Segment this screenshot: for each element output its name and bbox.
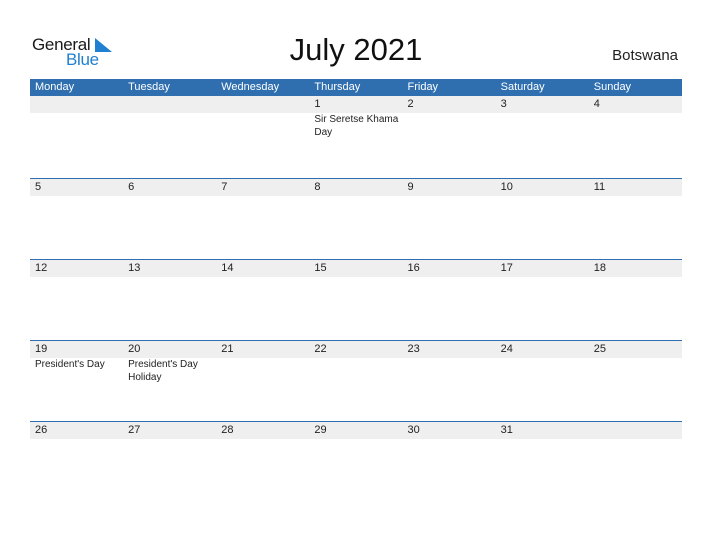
day-number: 12 [35, 262, 48, 274]
weekday-wednesday: Wednesday [221, 81, 280, 93]
day-cell: 7 [216, 179, 309, 196]
day-number [35, 96, 123, 113]
day-cell: 3 [496, 96, 589, 139]
day-cell [589, 422, 682, 439]
day-cell [123, 96, 216, 139]
day-number: 17 [500, 262, 513, 274]
day-number: 31 [500, 424, 513, 436]
holiday-label: President's Day [35, 359, 105, 370]
weekday-saturday: Saturday [500, 81, 545, 93]
weekday-header: Monday Tuesday Wednesday Thursday Friday Satu… [30, 79, 682, 96]
weekday-thursday: Thursday [314, 81, 361, 93]
day-cell: 19 President's Day [30, 341, 123, 384]
day-cell: 14 [216, 260, 309, 277]
day-cell: 1 Sir Seretse Khama Day [309, 96, 402, 139]
holiday-label: President's Day Holiday [128, 359, 198, 383]
day-number: 6 [128, 181, 135, 193]
day-number: 28 [221, 424, 234, 436]
day-number: 10 [500, 181, 513, 193]
day-number [221, 96, 309, 113]
day-cell: 24 [496, 341, 589, 384]
weekday-friday: Friday [407, 81, 439, 93]
day-number: 25 [593, 343, 606, 355]
day-cell: 15 [309, 260, 402, 277]
day-number: 27 [128, 424, 141, 436]
day-number: 29 [314, 424, 327, 436]
country-label: Botswana [612, 47, 678, 64]
day-number: 21 [221, 343, 234, 355]
day-cell: 20 President's Day Holiday [123, 341, 216, 384]
day-cell: 18 [589, 260, 682, 277]
calendar-grid: Monday Tuesday Wednesday Thursday Friday Satu… [30, 79, 682, 502]
day-number: 13 [128, 262, 141, 274]
day-cell: 27 [123, 422, 216, 439]
day-cell: 4 [589, 96, 682, 139]
day-cell: 21 [216, 341, 309, 384]
day-cell [30, 96, 123, 139]
day-number [594, 422, 682, 439]
day-number: 14 [221, 262, 234, 274]
week-row: 26 27 28 29 30 31 [30, 421, 682, 502]
day-number: 24 [500, 343, 513, 355]
day-number: 2 [407, 98, 414, 110]
day-cell: 29 [309, 422, 402, 439]
day-cell: 5 [30, 179, 123, 196]
day-number: 18 [593, 262, 606, 274]
week-row: 1 Sir Seretse Khama Day 2 3 4 [30, 96, 682, 178]
day-cell: 9 [403, 179, 496, 196]
weekday-tuesday: Tuesday [128, 81, 170, 93]
day-number: 4 [593, 98, 600, 110]
day-number: 23 [407, 343, 420, 355]
day-cell: 31 [496, 422, 589, 439]
weekday-sunday: Sunday [593, 81, 632, 93]
day-cell: 8 [309, 179, 402, 196]
day-cell: 10 [496, 179, 589, 196]
day-number: 3 [500, 98, 507, 110]
day-cell: 23 [403, 341, 496, 384]
day-number: 5 [35, 181, 42, 193]
day-number: 1 [314, 98, 321, 110]
day-number: 7 [221, 181, 228, 193]
holiday-label: Sir Seretse Khama Day [314, 114, 399, 138]
day-number: 16 [407, 262, 420, 274]
calendar-title: July 2021 [289, 32, 423, 67]
day-cell [216, 96, 309, 139]
day-cell: 6 [123, 179, 216, 196]
day-cell: 26 [30, 422, 123, 439]
day-number: 20 [128, 343, 141, 355]
week-row: 19 President's Day 20 President's Day Holid… [30, 340, 682, 421]
day-cell: 30 [403, 422, 496, 439]
day-cell: 28 [216, 422, 309, 439]
day-number: 19 [35, 343, 48, 355]
day-number [128, 96, 216, 113]
day-number: 15 [314, 262, 327, 274]
day-number: 30 [407, 424, 420, 436]
day-cell: 16 [403, 260, 496, 277]
day-cell: 12 [30, 260, 123, 277]
day-cell: 13 [123, 260, 216, 277]
day-number: 8 [314, 181, 321, 193]
week-row: 5 6 7 8 9 10 11 [30, 178, 682, 259]
day-cell: 11 [589, 179, 682, 196]
day-cell: 25 [589, 341, 682, 384]
day-number: 11 [593, 181, 606, 193]
day-cell: 22 [309, 341, 402, 384]
day-number: 22 [314, 343, 327, 355]
weekday-monday: Monday [35, 81, 75, 93]
week-row: 12 13 14 15 16 17 18 [30, 259, 682, 340]
day-number: 26 [35, 424, 48, 436]
day-cell: 17 [496, 260, 589, 277]
day-cell: 2 [403, 96, 496, 139]
day-number: 9 [407, 181, 414, 193]
